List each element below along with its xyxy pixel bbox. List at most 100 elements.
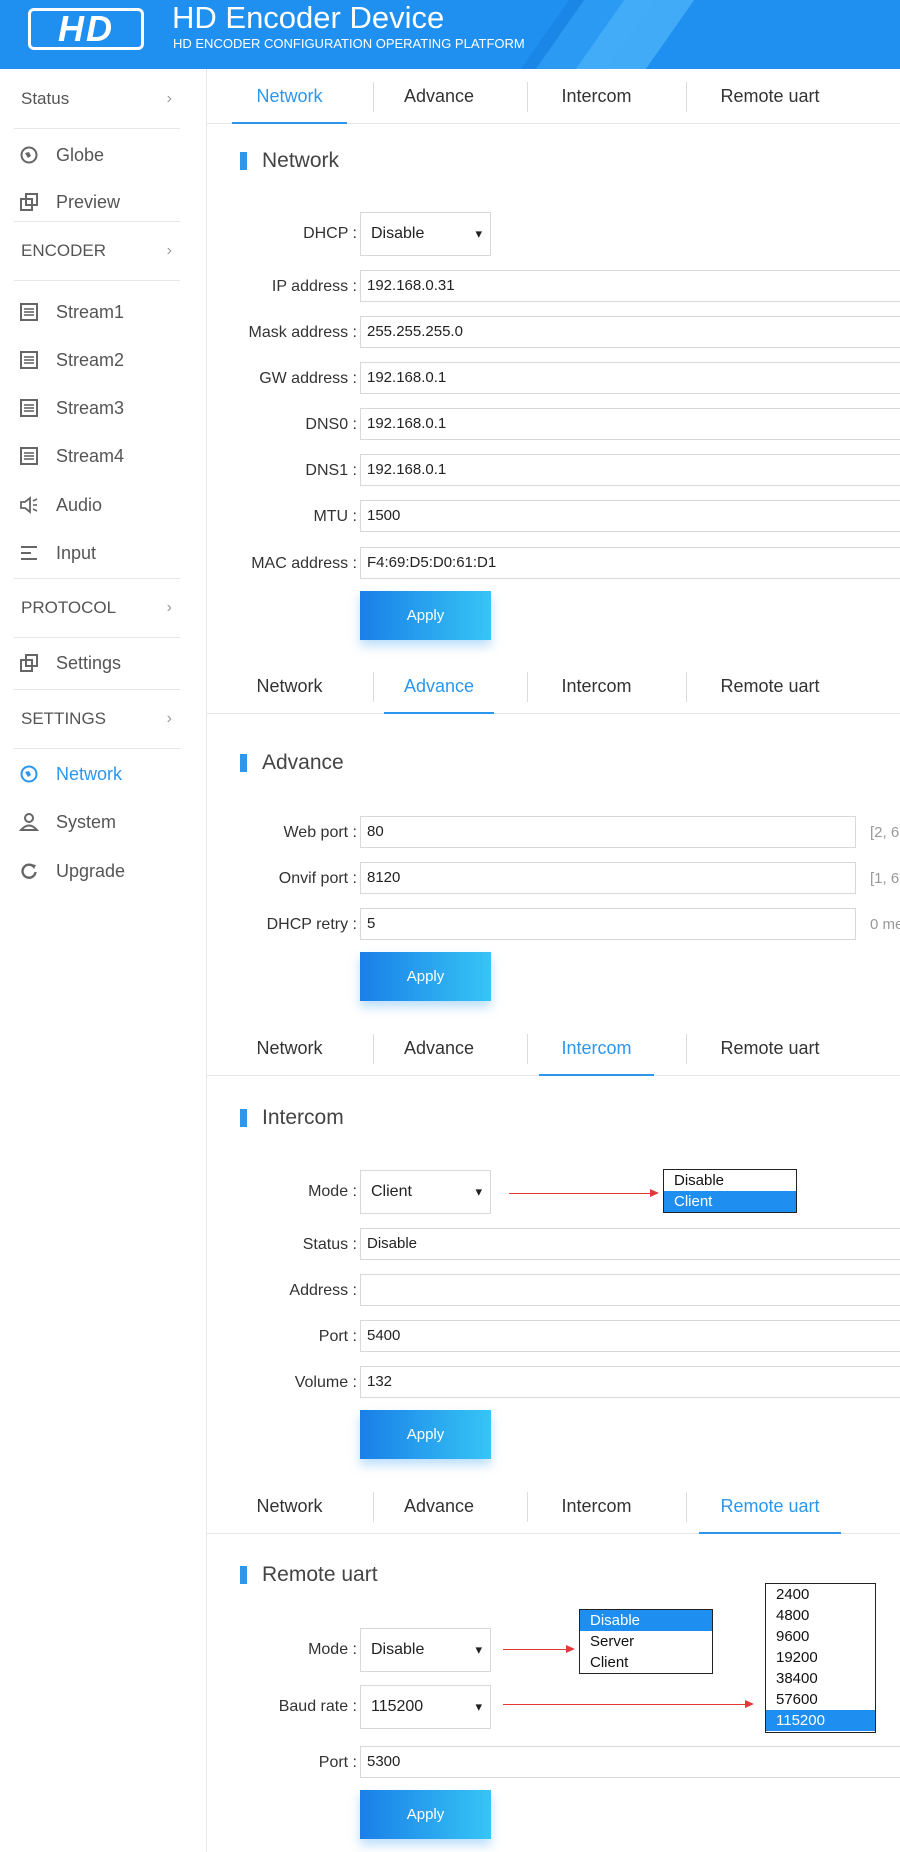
tab-divider xyxy=(686,1492,687,1522)
dhcp-select[interactable]: Disable ▾ xyxy=(360,212,491,256)
intercom-port-row: Port : 5400 xyxy=(207,1320,900,1354)
tab-remote-uart[interactable]: Remote uart xyxy=(699,659,841,713)
intercom-status-row: Status : Disable xyxy=(207,1228,900,1262)
app-title: HD Encoder Device xyxy=(172,0,445,35)
tab-advance[interactable]: Advance xyxy=(384,1479,494,1533)
input-icon xyxy=(18,542,40,564)
option-disable[interactable]: Disable xyxy=(580,1610,712,1631)
tab-network[interactable]: Network xyxy=(232,69,347,124)
mac-address-input[interactable]: F4:69:D5:D0:61:D1 xyxy=(360,547,900,579)
sidebar-group-protocol[interactable]: PROTOCOL › xyxy=(14,578,180,638)
baud-rate-select[interactable]: 115200 ▾ xyxy=(360,1685,491,1729)
tab-intercom[interactable]: Intercom xyxy=(539,1021,654,1076)
tab-network[interactable]: Network xyxy=(232,1479,347,1533)
sidebar: Status › Globe Preview ENCODER › Stream1… xyxy=(0,69,207,1852)
chevron-right-icon: › xyxy=(166,242,172,259)
tab-advance[interactable]: Advance xyxy=(384,659,494,714)
sidebar-item-stream3[interactable]: Stream3 xyxy=(18,386,188,430)
sidebar-group-settings[interactable]: SETTINGS › xyxy=(14,689,180,749)
sidebar-group-encoder[interactable]: ENCODER › xyxy=(14,221,180,281)
uart-mode-select[interactable]: Disable ▾ xyxy=(360,1628,491,1672)
web-port-row: Web port : 80 [2, 6 xyxy=(207,816,900,850)
sidebar-item-stream1[interactable]: Stream1 xyxy=(18,290,188,334)
sidebar-item-upgrade[interactable]: Upgrade xyxy=(18,849,188,893)
onvif-port-row: Onvif port : 8120 [1, 6 xyxy=(207,862,900,896)
tab-remote-uart[interactable]: Remote uart xyxy=(699,1021,841,1075)
tab-divider xyxy=(686,82,687,112)
tab-advance[interactable]: Advance xyxy=(384,1021,494,1075)
gw-address-input[interactable]: 192.168.0.1 xyxy=(360,362,900,394)
sidebar-item-system[interactable]: System xyxy=(18,800,188,844)
option-client[interactable]: Client xyxy=(664,1191,796,1212)
intercom-address-row: Address : xyxy=(207,1274,900,1308)
annotation-arrow xyxy=(509,1189,659,1197)
option-server[interactable]: Server xyxy=(580,1631,712,1652)
sidebar-item-label: Upgrade xyxy=(56,860,126,881)
intercom-port-input[interactable]: 5400 xyxy=(360,1320,900,1352)
mtu-row: MTU : 1500 xyxy=(207,500,900,534)
intercom-mode-select[interactable]: Client ▾ xyxy=(360,1170,491,1214)
uart-port-input[interactable]: 5300 xyxy=(360,1746,900,1778)
tab-intercom[interactable]: Intercom xyxy=(539,659,654,713)
sidebar-item-network[interactable]: Network xyxy=(18,752,188,796)
mask-label: Mask address : xyxy=(248,324,357,341)
web-port-input[interactable]: 80 xyxy=(360,816,856,848)
intercom-address-label: Address : xyxy=(289,1282,357,1299)
tab-network[interactable]: Network xyxy=(232,659,347,713)
sidebar-item-globe[interactable]: Globe xyxy=(18,133,188,177)
option-57600[interactable]: 57600 xyxy=(766,1689,875,1710)
sidebar-item-preview[interactable]: Preview xyxy=(18,180,188,224)
sidebar-item-stream4[interactable]: Stream4 xyxy=(18,434,188,478)
section-title: Intercom xyxy=(240,1106,344,1130)
user-icon xyxy=(18,811,40,833)
tab-divider xyxy=(527,1492,528,1522)
onvif-port-input[interactable]: 8120 xyxy=(360,862,856,894)
list-icon xyxy=(18,349,40,371)
advance-apply-button[interactable]: Apply xyxy=(360,952,491,1001)
option-38400[interactable]: 38400 xyxy=(766,1668,875,1689)
tab-intercom[interactable]: Intercom xyxy=(539,69,654,123)
sidebar-group-status[interactable]: Status › xyxy=(14,69,180,129)
sidebar-item-settings[interactable]: Settings xyxy=(18,641,188,685)
sidebar-item-label: Preview xyxy=(56,191,121,212)
intercom-apply-button[interactable]: Apply xyxy=(360,1410,491,1459)
network-apply-button[interactable]: Apply xyxy=(360,591,491,640)
dhcp-retry-input[interactable]: 5 xyxy=(360,908,856,940)
tab-network[interactable]: Network xyxy=(232,1021,347,1075)
mac-row: MAC address : F4:69:D5:D0:61:D1 xyxy=(207,547,900,581)
intercom-port-label: Port : xyxy=(318,1328,357,1345)
tab-divider xyxy=(527,82,528,112)
dns1-row: DNS1 : 192.168.0.1 xyxy=(207,454,900,488)
dns0-input[interactable]: 192.168.0.1 xyxy=(360,408,900,440)
sidebar-item-stream2[interactable]: Stream2 xyxy=(18,338,188,382)
option-4800[interactable]: 4800 xyxy=(766,1605,875,1626)
dns1-input[interactable]: 192.168.0.1 xyxy=(360,454,900,486)
option-115200[interactable]: 115200 xyxy=(766,1710,875,1731)
intercom-status-input[interactable]: Disable xyxy=(360,1228,900,1260)
option-disable[interactable]: Disable xyxy=(664,1170,796,1191)
gw-row: GW address : 192.168.0.1 xyxy=(207,362,900,396)
option-9600[interactable]: 9600 xyxy=(766,1626,875,1647)
mask-address-input[interactable]: 255.255.255.0 xyxy=(360,316,900,348)
intercom-mode-value: Client xyxy=(371,1183,412,1200)
tab-remote-uart[interactable]: Remote uart xyxy=(699,1479,841,1534)
tab-remote-uart[interactable]: Remote uart xyxy=(699,69,841,123)
uart-apply-button[interactable]: Apply xyxy=(360,1790,491,1839)
option-client[interactable]: Client xyxy=(580,1652,712,1673)
mtu-input[interactable]: 1500 xyxy=(360,500,900,532)
sidebar-item-audio[interactable]: Audio xyxy=(18,483,188,527)
intercom-volume-input[interactable]: 132 xyxy=(360,1366,900,1398)
tab-bar: Network Advance Intercom Remote uart xyxy=(207,1021,900,1076)
speaker-icon xyxy=(18,494,40,516)
ip-label: IP address : xyxy=(271,278,357,295)
web-port-label: Web port : xyxy=(283,824,357,841)
sidebar-item-input[interactable]: Input xyxy=(18,531,188,575)
ip-address-input[interactable]: 192.168.0.31 xyxy=(360,270,900,302)
tab-advance[interactable]: Advance xyxy=(384,69,494,123)
option-19200[interactable]: 19200 xyxy=(766,1647,875,1668)
chevron-down-icon: ▾ xyxy=(475,1699,482,1714)
section-title: Network xyxy=(240,149,339,173)
option-2400[interactable]: 2400 xyxy=(766,1584,875,1605)
tab-intercom[interactable]: Intercom xyxy=(539,1479,654,1533)
intercom-address-input[interactable] xyxy=(360,1274,900,1306)
